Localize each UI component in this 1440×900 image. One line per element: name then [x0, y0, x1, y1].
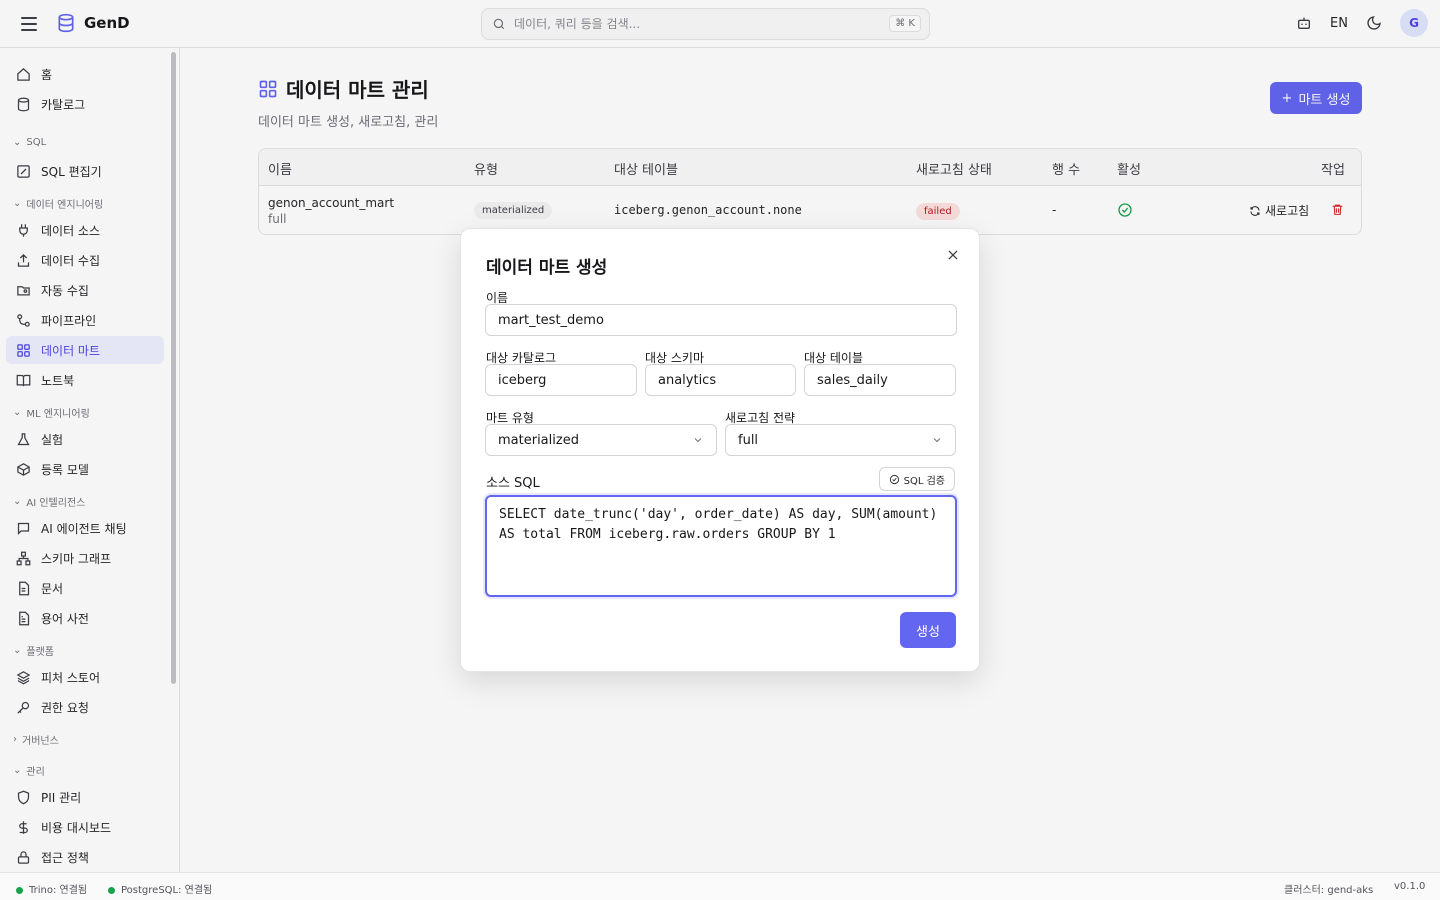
name-input[interactable] — [485, 304, 957, 336]
postgres-status: PostgreSQL: 연결됨 — [108, 881, 212, 896]
chevron-down-icon — [933, 438, 941, 443]
sql-validate-button[interactable]: SQL 검증 — [878, 467, 955, 491]
create-mart-dialog: 데이터 마트 생성 이름 대상 카탈로그 대상 스키마 대상 테이블 마트 유형… — [460, 228, 980, 672]
submit-button[interactable]: 생성 — [900, 612, 956, 648]
close-icon[interactable] — [943, 245, 963, 265]
version: v0.1.0 — [1394, 881, 1426, 892]
catalog-input[interactable] — [485, 364, 637, 396]
status-bar: Trino: 연결됨 PostgreSQL: 연결됨 클러스터: gend-ak… — [0, 872, 1440, 900]
check-circle-icon — [889, 474, 899, 484]
sql-label: 소스 SQL — [486, 476, 540, 491]
trino-status: Trino: 연결됨 — [16, 881, 87, 896]
strategy-select[interactable]: full — [725, 424, 956, 456]
dialog-title: 데이터 마트 생성 — [486, 258, 608, 278]
schema-input[interactable] — [645, 364, 796, 396]
sql-textarea[interactable]: SELECT date_trunc('day', order_date) AS … — [485, 495, 957, 597]
cluster-info: 클러스터: gend-aks — [1284, 885, 1374, 896]
strategy-value: full — [738, 432, 759, 448]
chevron-down-icon — [694, 438, 702, 443]
table-input[interactable] — [804, 364, 956, 396]
mart-type-value: materialized — [498, 432, 579, 448]
mart-type-select[interactable]: materialized — [485, 424, 717, 456]
